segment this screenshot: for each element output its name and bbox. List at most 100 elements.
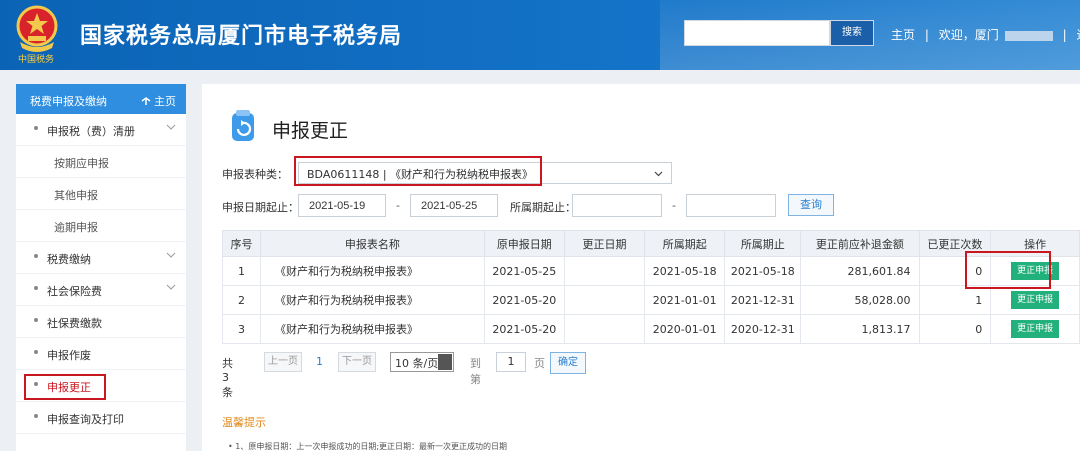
query-button[interactable]: 查询	[788, 194, 834, 216]
home-arrow-icon	[141, 97, 151, 105]
sidebar-item-social-insurance[interactable]: 社会保险费	[16, 274, 186, 306]
chevron-down-icon	[166, 284, 176, 290]
goto-label: 到第	[470, 357, 481, 386]
sidebar-item-declaration-list[interactable]: 申报税（费）清册	[16, 114, 186, 146]
highlight-box	[965, 251, 1051, 289]
select-arrow-icon	[438, 354, 452, 370]
cell-period-start: 2020-01-01	[644, 314, 726, 344]
sidebar-item-label: 按期应申报	[54, 157, 109, 170]
table-row: 1 《财产和行为税纳税申报表》 2021-05-25 2021-05-18 20…	[222, 256, 1080, 286]
column-header: 原申报日期	[483, 230, 565, 257]
sidebar-item-label: 申报作废	[47, 349, 91, 362]
period-start-input[interactable]	[572, 194, 662, 217]
cell-period-start: 2021-01-01	[644, 285, 726, 315]
refresh-document-icon	[232, 110, 254, 141]
column-header: 更正日期	[563, 230, 646, 257]
cell-corr-date	[563, 256, 646, 286]
nav-home-link[interactable]: 主页	[891, 28, 915, 42]
form-type-label: 申报表种类：	[222, 168, 288, 181]
period-end-input[interactable]	[686, 194, 776, 217]
highlight-box	[24, 374, 106, 400]
prev-page-button[interactable]: 上一页	[264, 352, 302, 372]
site-header: 中国税务 国家税务总局厦门市电子税务局 搜索 主页 | 欢迎，厦门 | 退	[0, 0, 1080, 70]
cell-name: 《财产和行为税纳税申报表》	[259, 256, 485, 286]
cell-period-start: 2021-05-18	[644, 256, 726, 286]
cell-no: 3	[222, 314, 261, 344]
cell-name: 《财产和行为税纳税申报表》	[259, 285, 485, 315]
sidebar-item-label: 申报查询及打印	[47, 413, 124, 426]
cell-count: 0	[918, 314, 992, 344]
sidebar-item-label: 逾期申报	[54, 221, 98, 234]
cell-orig-date: 2021-05-25	[483, 256, 565, 286]
top-nav: 主页 | 欢迎，厦门 | 退	[888, 26, 1080, 43]
sidebar-item-label: 申报税（费）清册	[47, 125, 135, 138]
sidebar-item-periodic-declaration[interactable]: 按期应申报	[16, 146, 186, 178]
page-size-value: 10 条/页	[395, 357, 439, 370]
period-separator: -	[672, 199, 676, 212]
nav-separator: |	[1062, 28, 1067, 42]
sidebar-title: 税费申报及缴纳	[30, 95, 107, 108]
sidebar-item-label: 税费缴纳	[47, 253, 91, 266]
cell-period-end: 2021-05-18	[724, 256, 802, 286]
sidebar-item-declaration-query-print[interactable]: 申报查询及打印	[16, 402, 186, 434]
nav-welcome-text: 欢迎，厦门	[938, 28, 999, 42]
sidebar-item-social-insurance-payment[interactable]: 社保费缴款	[16, 306, 186, 338]
cell-orig-date: 2021-05-20	[483, 314, 565, 344]
bullet-icon	[34, 318, 38, 322]
sidebar: 税费申报及缴纳 主页 申报税（费）清册 按期应申报 其他申报 逾期申报 税费缴纳…	[16, 84, 186, 451]
cell-corr-date	[563, 314, 646, 344]
table-header-row: 序号 申报表名称 原申报日期 更正日期 所属期起 所属期止 更正前应补退金额 已…	[222, 230, 1080, 257]
sidebar-item-declaration-void[interactable]: 申报作废	[16, 338, 186, 370]
page-size-select[interactable]: 10 条/页	[390, 352, 454, 372]
bullet-icon	[34, 414, 38, 418]
current-page-number[interactable]: 1	[316, 355, 323, 368]
highlight-box	[294, 156, 542, 186]
sidebar-item-other-declaration[interactable]: 其他申报	[16, 178, 186, 210]
correct-declaration-button[interactable]: 更正申报	[1011, 320, 1060, 338]
cell-period-end: 2021-12-31	[724, 285, 802, 315]
column-header: 所属期止	[724, 230, 802, 257]
nav-separator: |	[924, 28, 929, 42]
cell-action: 更正申报	[990, 285, 1080, 315]
cell-count: 1	[918, 285, 992, 315]
date-start-input[interactable]	[298, 194, 386, 217]
cell-amount: 281,601.84	[800, 256, 920, 286]
bullet-icon	[34, 286, 38, 290]
cell-amount: 58,028.00	[800, 285, 920, 315]
redacted-username	[1004, 30, 1053, 41]
goto-page-input[interactable]: 1	[496, 352, 526, 372]
date-separator: -	[396, 199, 400, 212]
cell-period-end: 2020-12-31	[724, 314, 802, 344]
cell-corr-date	[563, 285, 646, 315]
main-panel: 申报更正 申报表种类： BDA0611148 | 《财产和行为税纳税申报表》 申…	[202, 84, 1080, 451]
nav-logout-link[interactable]: 退	[1076, 28, 1080, 42]
search-input[interactable]	[684, 20, 830, 46]
sidebar-home-link[interactable]: 主页	[141, 93, 176, 109]
correct-declaration-button[interactable]: 更正申报	[1011, 291, 1060, 309]
bullet-icon	[34, 126, 38, 130]
cell-amount: 1,813.17	[800, 314, 920, 344]
column-header: 更正前应补退金额	[800, 230, 920, 257]
sidebar-item-tax-payment[interactable]: 税费缴纳	[16, 242, 186, 274]
sidebar-item-label: 社保费缴款	[47, 317, 102, 330]
column-header: 序号	[222, 230, 261, 257]
cell-no: 2	[222, 285, 261, 315]
tips-title: 温馨提示	[222, 416, 266, 429]
table-row: 2 《财产和行为税纳税申报表》 2021-05-20 2021-01-01 20…	[222, 285, 1080, 315]
date-end-input[interactable]	[410, 194, 498, 217]
sidebar-item-label: 社会保险费	[47, 285, 102, 298]
table-row: 3 《财产和行为税纳税申报表》 2021-05-20 2020-01-01 20…	[222, 314, 1080, 344]
cell-orig-date: 2021-05-20	[483, 285, 565, 315]
page-unit-label: 页	[534, 357, 545, 370]
goto-confirm-button[interactable]: 确定	[550, 352, 586, 374]
chevron-down-icon	[166, 124, 176, 130]
next-page-button[interactable]: 下一页	[338, 352, 376, 372]
sidebar-home-label: 主页	[154, 95, 176, 108]
sidebar-item-overdue-declaration[interactable]: 逾期申报	[16, 210, 186, 242]
total-count: 共 3 条	[222, 357, 233, 399]
site-title: 国家税务总局厦门市电子税务局	[80, 24, 403, 49]
sidebar-header: 税费申报及缴纳 主页	[16, 84, 186, 114]
tips-line: • 1、原申报日期：上一次申报成功的日期;更正日期：最新一次更正成功的日期	[228, 442, 508, 451]
search-button[interactable]: 搜索	[830, 20, 874, 46]
cell-action: 更正申报	[990, 314, 1080, 344]
